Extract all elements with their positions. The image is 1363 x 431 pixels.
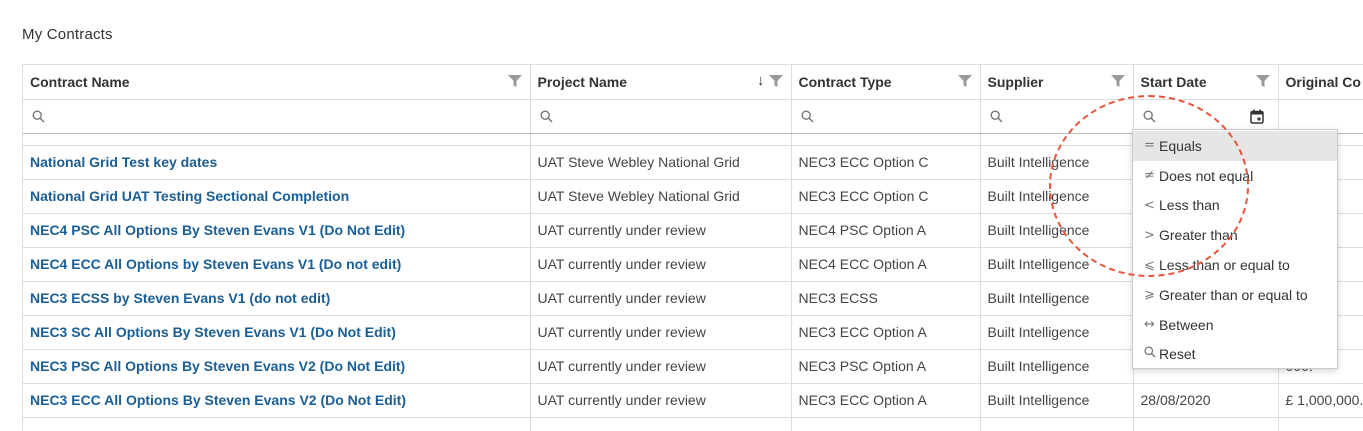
greater-than-or-equal-icon: ⩾ [1144,287,1155,303]
table-row[interactable]: NEC3 ECC All Options By Steven Evans V2 … [23,383,1363,418]
calendar-icon[interactable] [1249,109,1264,124]
column-header-contract-name[interactable]: Contract Name [23,65,531,100]
column-header-contract-type[interactable]: Contract Type [791,65,981,100]
contract-name-link[interactable]: NEC4 ECC All Options by Steven Evans V1 … [23,247,531,282]
supplier-cell: Built Intelligence [980,145,1134,180]
equals-icon: = [1144,138,1155,154]
column-header-label: Supplier [987,73,1044,90]
contract-type-cell: NEC3 PSC Option A [791,349,981,384]
search-icon[interactable] [539,109,553,123]
less-than-icon: < [1144,197,1155,213]
supplier-cell: Built Intelligence [980,349,1134,384]
project-name-cell: UAT currently under review [530,281,792,316]
column-header-original-cost[interactable]: Original Co [1278,65,1363,100]
column-header-label: Start Date [1140,73,1207,90]
filter-input-contract-type[interactable] [817,103,976,130]
filter-icon[interactable] [1110,74,1125,88]
contract-name-link[interactable]: National Grid UAT Testing Sectional Comp… [23,179,531,214]
column-header-label: Contract Type [798,73,892,90]
start-date-cell: 28/08/2020 [1133,383,1279,418]
contract-name-link[interactable]: NEC4 PSC All Options By Steven Evans V1 … [23,213,531,248]
contract-type-cell: NEC3 ECC Option A [791,383,981,418]
filter-icon[interactable] [957,74,972,88]
supplier-cell: Built Intelligence [980,213,1134,248]
contract-type-cell: NEC4 PSC Option A [791,213,981,248]
project-name-cell: UAT currently under review [530,315,792,350]
search-icon[interactable] [800,109,814,123]
greater-than-icon: > [1144,227,1155,243]
menu-item-label: Greater than or equal to [1159,286,1308,303]
filter-input-supplier[interactable] [1006,103,1129,130]
contract-type-cell: NEC4 ECC Option A [791,247,981,282]
column-header-label: Contract Name [30,73,130,90]
filter-icon[interactable] [768,74,783,88]
original-cost-cell: £ 1,000,000. [1278,383,1363,418]
search-icon[interactable] [989,109,1003,123]
column-header-label: Project Name [537,73,627,90]
menu-item-greater-than[interactable]: > Greater than [1133,220,1337,250]
filter-input-start-date[interactable] [1159,103,1248,130]
menu-item-label: Equals [1159,137,1202,154]
sort-down-icon[interactable]: ↓ [757,72,765,89]
project-name-cell: UAT currently under review [530,213,792,248]
menu-item-does-not-equal[interactable]: ≠ Does not equal [1133,161,1337,191]
contract-name-link[interactable]: NEC3 SC All Options By Steven Evans V1 (… [23,315,531,350]
supplier-cell: Built Intelligence [980,383,1134,418]
project-name-cell: UAT Steve Webley National Grid [530,145,792,180]
column-header-label: Original Co [1285,73,1361,90]
filter-icon[interactable] [1255,74,1270,88]
menu-item-label: Greater than [1159,227,1238,244]
project-name-cell: UAT currently under review [530,383,792,418]
contract-type-cell: NEC3 ECC Option C [791,145,981,180]
project-name-cell: UAT currently under review [530,349,792,384]
filter-cell-start-date [1133,99,1279,134]
contract-type-cell: NEC3 ECC Option A [791,315,981,350]
project-name-cell: UAT currently under review [530,247,792,282]
table-row[interactable] [23,417,1363,431]
contract-type-cell: NEC3 ECC Option C [791,179,981,214]
filter-input-project-name[interactable] [556,103,787,130]
filter-cell-contract-name [23,99,531,134]
menu-item-reset[interactable]: Reset [1133,340,1337,370]
page-title: My Contracts [22,26,113,43]
column-header-start-date[interactable]: Start Date [1133,65,1279,100]
supplier-cell: Built Intelligence [980,247,1134,282]
filter-cell-original-cost [1278,99,1363,134]
menu-item-less-than-or-equal[interactable]: ⩽ Less than or equal to [1133,250,1337,280]
supplier-cell: Built Intelligence [980,281,1134,316]
filter-cell-project-name [530,99,792,134]
contract-name-link[interactable]: National Grid Test key dates [23,145,531,180]
menu-item-label: Less than [1159,197,1220,214]
project-name-cell: UAT Steve Webley National Grid [530,179,792,214]
contract-name-link[interactable]: NEC3 ECSS by Steven Evans V1 (do not edi… [23,281,531,316]
filter-icon[interactable] [507,74,522,88]
header-row: Contract Name Project Name ↓ Contract Typ… [23,65,1363,100]
filter-input-contract-name[interactable] [49,103,526,130]
contract-name-link[interactable]: NEC3 ECC All Options By Steven Evans V2 … [23,383,531,418]
search-icon[interactable] [32,109,45,123]
less-than-or-equal-icon: ⩽ [1144,257,1155,273]
between-icon: ↔ [1144,317,1155,333]
search-icon [1141,346,1158,362]
filter-row [23,99,1363,134]
filter-cell-supplier [980,99,1134,134]
menu-item-between[interactable]: ↔ Between [1133,310,1337,340]
menu-item-equals[interactable]: = Equals [1133,131,1337,161]
contract-name-link[interactable]: NEC3 PSC All Options By Steven Evans V2 … [23,349,531,384]
not-equal-icon: ≠ [1144,168,1155,184]
menu-item-label: Between [1159,316,1214,333]
supplier-cell: Built Intelligence [980,315,1134,350]
search-icon[interactable] [1142,109,1156,123]
column-header-project-name[interactable]: Project Name ↓ [530,65,792,100]
menu-item-label: Reset [1159,346,1196,363]
menu-item-greater-than-or-equal[interactable]: ⩾ Greater than or equal to [1133,280,1337,310]
menu-item-less-than[interactable]: < Less than [1133,191,1337,221]
menu-item-label: Does not equal [1159,167,1254,184]
filter-cell-contract-type [791,99,981,134]
menu-item-label: Less than or equal to [1159,257,1290,274]
supplier-cell: Built Intelligence [980,179,1134,214]
filter-operation-menu: = Equals ≠ Does not equal < Less than > Grea… [1132,129,1338,369]
contract-type-cell: NEC3 ECSS [791,281,981,316]
column-header-supplier[interactable]: Supplier [980,65,1134,100]
